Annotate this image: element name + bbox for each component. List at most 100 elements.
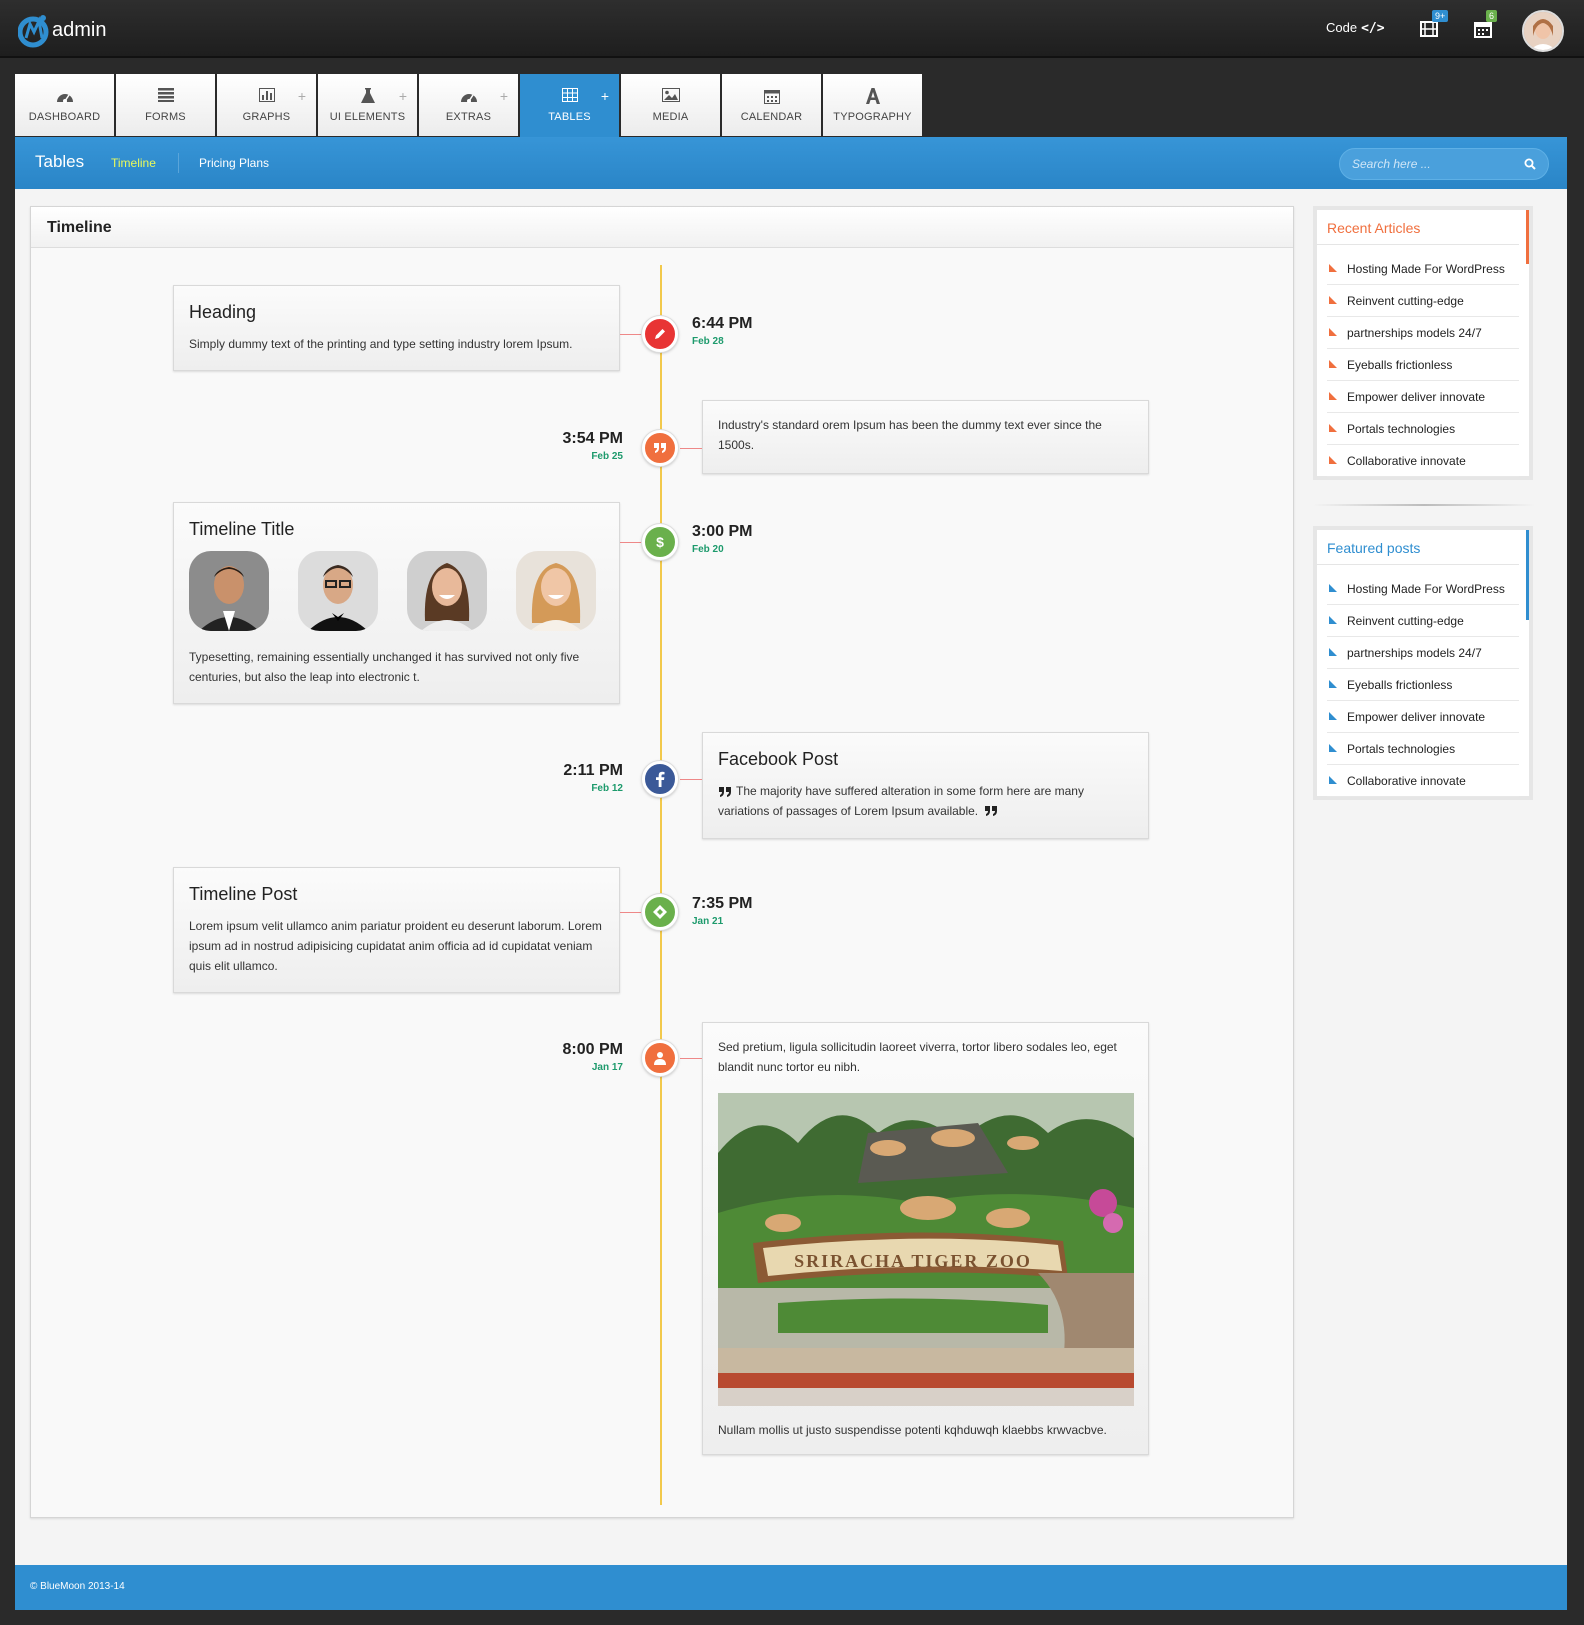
card-text: Industry's standard orem Ipsum has been … — [718, 418, 1102, 452]
panel-title: Timeline — [47, 219, 112, 236]
triangle-bullet-icon — [1329, 328, 1337, 336]
triangle-bullet-icon — [1329, 584, 1337, 592]
tab-dashboard[interactable]: DASHBOARD — [15, 74, 116, 136]
post-item[interactable]: Reinvent cutting-edge — [1327, 605, 1519, 637]
timeline-time: 3:54 PM — [562, 430, 623, 447]
timeline-connector — [680, 779, 702, 780]
article-item[interactable]: Empower deliver innovate — [1327, 381, 1519, 413]
calendar-button[interactable]: 6 — [1474, 10, 1498, 38]
tab-typography[interactable]: TYPOGRAPHY — [823, 74, 924, 136]
logo-icon — [18, 15, 49, 48]
timeline-node[interactable]: $ — [642, 524, 678, 560]
tab-tables[interactable]: TABLES + — [520, 74, 621, 137]
timeline-node[interactable] — [642, 316, 678, 352]
search-icon[interactable] — [1524, 158, 1536, 170]
media-button[interactable]: 9+ — [1420, 10, 1449, 38]
triangle-bullet-icon — [1329, 424, 1337, 432]
widget-accent-bar — [1526, 210, 1529, 264]
tab-label: TYPOGRAPHY — [833, 111, 912, 123]
timeline-connector — [680, 448, 702, 449]
code-link[interactable]: Code </> — [1326, 20, 1385, 36]
card-text-wrap: The majority have suffered alteration in… — [718, 781, 1133, 821]
tab-label: FORMS — [145, 111, 186, 123]
article-item[interactable]: Portals technologies — [1327, 413, 1519, 445]
post-item[interactable]: Portals technologies — [1327, 733, 1519, 765]
article-item[interactable]: Eyeballs frictionless — [1327, 349, 1519, 381]
widget-accent-bar — [1526, 530, 1529, 620]
timeline-node[interactable] — [642, 1040, 678, 1076]
content-area: Timeline Heading Simply dummy text of th… — [15, 189, 1567, 1565]
timeline-card: Industry's standard orem Ipsum has been … — [702, 400, 1149, 474]
person-photo — [298, 551, 378, 631]
timeline-panel: Timeline Heading Simply dummy text of th… — [30, 206, 1294, 1518]
person-photo — [407, 551, 487, 631]
tab-ui-elements[interactable]: UI ELEMENTS + — [318, 74, 419, 136]
timeline-time: 8:00 PM — [562, 1041, 623, 1058]
image-icon — [661, 88, 680, 102]
expand-plus-icon: + — [297, 88, 306, 104]
user-avatar[interactable] — [1522, 10, 1564, 52]
timeline-node[interactable] — [642, 430, 678, 466]
timeline-node[interactable] — [642, 894, 678, 930]
article-item[interactable]: Hosting Made For WordPress — [1327, 253, 1519, 285]
card-text: The majority have suffered alteration in… — [718, 784, 1084, 818]
article-item[interactable]: partnerships models 24/7 — [1327, 317, 1519, 349]
timeline-card: Timeline Title Typesetting, remaining es… — [173, 502, 620, 704]
timeline-date: Feb 20 — [692, 544, 724, 555]
tab-extras[interactable]: EXTRAS + — [419, 74, 520, 136]
triangle-bullet-icon — [1329, 392, 1337, 400]
calendar-badge: 6 — [1486, 10, 1498, 22]
logo[interactable]: admin — [18, 12, 106, 48]
post-item[interactable]: Eyeballs frictionless — [1327, 669, 1519, 701]
card-title: Timeline Post — [189, 884, 298, 904]
media-badge: 9+ — [1432, 10, 1449, 22]
post-title: Empower deliver innovate — [1347, 710, 1486, 724]
timeline-connector — [620, 334, 642, 335]
subnav-link-pricing-plans[interactable]: Pricing Plans — [199, 156, 269, 170]
timeline-card: Sed pretium, ligula sollicitudin laoreet… — [702, 1022, 1149, 1455]
timeline-card: Heading Simply dummy text of the printin… — [173, 285, 620, 371]
calendar-icon — [763, 90, 780, 104]
tab-graphs[interactable]: GRAPHS + — [217, 74, 318, 136]
post-title: Portals technologies — [1347, 742, 1456, 756]
timeline-connector — [680, 1058, 702, 1059]
post-item[interactable]: Empower deliver innovate — [1327, 701, 1519, 733]
tab-label: MEDIA — [652, 111, 689, 123]
zoo-sign-text: SRIRACHA TIGER ZOO — [794, 1251, 1032, 1271]
flask-icon — [360, 88, 375, 103]
post-list: Hosting Made For WordPress Reinvent cutt… — [1317, 573, 1529, 797]
timeline-date: Feb 12 — [591, 783, 623, 794]
dashboard-icon — [460, 94, 477, 103]
timeline-connector — [620, 912, 642, 913]
top-bar: admin Code </> 9+ 6 — [0, 0, 1584, 58]
tab-label: CALENDAR — [740, 111, 803, 123]
tab-forms[interactable]: FORMS — [116, 74, 217, 136]
timeline-time: 3:00 PM — [692, 523, 753, 540]
expand-plus-icon: + — [600, 88, 609, 104]
tab-media[interactable]: MEDIA — [621, 74, 722, 136]
post-item[interactable]: Collaborative innovate — [1327, 765, 1519, 797]
timeline-time: 6:44 PM — [692, 315, 753, 332]
calendar-icon — [1474, 22, 1492, 38]
tab-label: DASHBOARD — [28, 111, 101, 123]
tab-label: UI ELEMENTS — [329, 111, 406, 123]
timeline-date: Feb 25 — [591, 451, 623, 462]
font-icon — [865, 88, 880, 104]
main-tabs: DASHBOARD FORMS GRAPHS + UI ELEMENTS + E… — [15, 74, 924, 137]
timeline-date: Jan 21 — [692, 916, 724, 927]
quote-right-icon — [985, 806, 998, 816]
tab-calendar[interactable]: CALENDAR — [722, 74, 823, 136]
search-input[interactable] — [1350, 156, 1514, 172]
person-photo — [189, 551, 269, 631]
avatar-image — [1524, 12, 1562, 50]
timeline-node[interactable] — [642, 761, 678, 797]
article-item[interactable]: Reinvent cutting-edge — [1327, 285, 1519, 317]
tab-label: EXTRAS — [445, 111, 492, 123]
triangle-bullet-icon — [1329, 616, 1337, 624]
post-item[interactable]: partnerships models 24/7 — [1327, 637, 1519, 669]
footer-copyright: © BlueMoon 2013-14 — [30, 1581, 125, 1592]
subnav-link-timeline[interactable]: Timeline — [111, 156, 156, 170]
timeline-time: 2:11 PM — [563, 762, 623, 779]
article-item[interactable]: Collaborative innovate — [1327, 445, 1519, 477]
post-item[interactable]: Hosting Made For WordPress — [1327, 573, 1519, 605]
